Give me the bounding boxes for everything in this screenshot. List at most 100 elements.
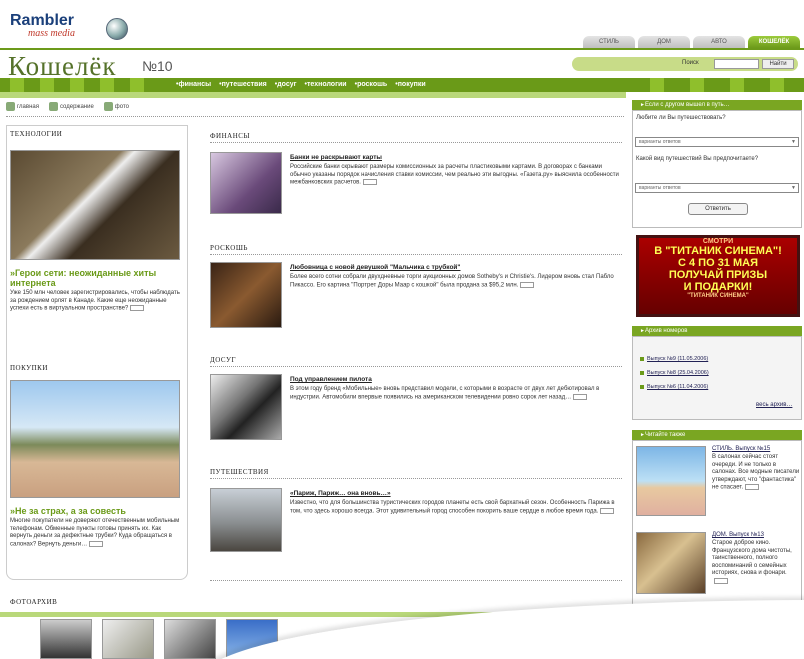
- rambler-logo[interactable]: Rambler mass media: [10, 13, 128, 40]
- more-button[interactable]: [130, 305, 145, 311]
- divider: [210, 580, 622, 581]
- more-button[interactable]: [89, 540, 104, 547]
- tech-heading: ТЕХНОЛОГИИ: [10, 130, 63, 138]
- poll-select-2[interactable]: варианты ответов: [635, 183, 799, 193]
- banner-line: В "ТИТАНИК СИНЕМА"!: [654, 245, 782, 257]
- more-button[interactable]: [520, 281, 535, 288]
- nav-decor: [730, 78, 744, 92]
- leisure-photo[interactable]: [210, 374, 282, 440]
- nav-decor: [70, 78, 84, 92]
- archive-header: Архив номеров: [632, 326, 802, 336]
- titanic-banner[interactable]: СМОТРИ В "ТИТАНИК СИНЕМА"! С 4 ПО 31 МАЯ…: [636, 235, 800, 317]
- travel-heading: ПУТЕШЕСТВИЯ: [210, 468, 269, 476]
- archive-link[interactable]: Выпуск №6 (11.04.2006): [640, 384, 708, 390]
- search-label: Поиск: [682, 60, 699, 66]
- home-article-title[interactable]: ДОМ. Выпуск №13: [712, 532, 800, 540]
- finance-photo[interactable]: [210, 152, 282, 214]
- phone-photo[interactable]: [10, 380, 180, 498]
- logo-ball-icon: [106, 18, 128, 40]
- nav-luxury[interactable]: роскошь: [355, 81, 387, 88]
- shop-article-title[interactable]: Не за страх, а за совесть: [10, 506, 182, 516]
- archive-all-link[interactable]: весь архив…: [756, 402, 792, 410]
- photo-icon: [103, 102, 113, 111]
- banner-line: "ТИТАНИК СИНЕМА": [687, 293, 749, 299]
- more-button[interactable]: [714, 577, 728, 584]
- divider: [210, 254, 622, 255]
- tech-article-title[interactable]: Герои сети: неожиданные хиты интернета: [10, 268, 182, 288]
- tab-auto[interactable]: АВТО: [693, 36, 745, 48]
- logo-subtitle: mass media: [28, 28, 75, 39]
- contents-icon: [48, 102, 58, 111]
- banner-line: С 4 ПО 31 МАЯ: [678, 257, 758, 269]
- nav-decor: [40, 78, 54, 92]
- home-label: главная: [17, 104, 39, 111]
- luxury-article-title[interactable]: Любовница с новой девушкой "Мальчика с т…: [290, 264, 461, 271]
- finance-article-text: Российские банки скрывают размеры комисс…: [290, 164, 619, 186]
- contents-link[interactable]: содержание: [48, 102, 94, 111]
- leisure-article-title[interactable]: Под управлением пилота: [290, 376, 372, 383]
- divider: [210, 478, 622, 479]
- leisure-article-text: В этом году бренд «Мобильные» вновь пред…: [290, 386, 600, 401]
- poll-header: Если с другом вышел в путь…: [632, 100, 802, 110]
- photo-label: фото: [114, 104, 129, 111]
- nav-travel[interactable]: путешествия: [219, 81, 267, 88]
- tab-style[interactable]: СТИЛЬ: [583, 36, 635, 48]
- issue-number: №10: [142, 58, 173, 74]
- poll-question-1: Любите ли Вы путешествовать?: [636, 115, 726, 121]
- shop-article-text: Многие покупатели не доверяют отечествен…: [10, 518, 180, 548]
- utility-links: главная содержание фото: [6, 102, 129, 111]
- archive-link[interactable]: Выпуск №8 (25.04.2006): [640, 370, 709, 376]
- style-article-title[interactable]: СТИЛЬ. Выпуск №15: [712, 446, 800, 454]
- read-also-header: Читайте также: [632, 430, 802, 440]
- travel-article-title[interactable]: «Париж, Париж… она вновь…»: [290, 490, 391, 497]
- photo-thumb[interactable]: [164, 619, 216, 659]
- nav-decor: [130, 78, 144, 92]
- more-button[interactable]: [362, 179, 377, 185]
- header-divider: [0, 48, 804, 50]
- luxury-heading: РОСКОШЬ: [210, 244, 248, 252]
- luxury-photo[interactable]: [210, 262, 282, 328]
- nav-decor: [770, 78, 784, 92]
- nav-decor: [650, 78, 664, 92]
- photo-thumb[interactable]: [40, 619, 92, 659]
- photo-thumb[interactable]: [102, 619, 154, 659]
- finance-heading: ФИНАНСЫ: [210, 132, 251, 140]
- nav-decor: [690, 78, 704, 92]
- finance-article-title[interactable]: Банки не раскрывают карты: [290, 154, 382, 161]
- main-nav: финансы путешествия досуг технологии рос…: [0, 78, 804, 92]
- home-photo[interactable]: [636, 532, 706, 594]
- nav-tech[interactable]: технологии: [305, 81, 347, 88]
- photo-link[interactable]: фото: [103, 102, 129, 111]
- tab-home[interactable]: ДОМ: [638, 36, 690, 48]
- shop-heading: ПОКУПКИ: [10, 364, 48, 372]
- nav-subline: [0, 92, 626, 98]
- nav-decor: [100, 78, 114, 92]
- poll-vote-button[interactable]: Ответить: [688, 203, 748, 215]
- search-bar: Поиск Найти: [572, 57, 798, 71]
- home-link[interactable]: главная: [6, 102, 39, 111]
- more-button[interactable]: [745, 484, 760, 490]
- banner-line: ПОЛУЧАЙ ПРИЗЫ: [668, 269, 768, 281]
- search-input[interactable]: [714, 59, 759, 69]
- leisure-heading: ДОСУГ: [210, 356, 236, 364]
- divider: [6, 116, 624, 117]
- style-article-text: В салонах сейчас стоят очереди. И не тол…: [712, 454, 800, 491]
- tab-wallet[interactable]: КОШЕЛЁК: [748, 36, 800, 48]
- eagle-photo[interactable]: [10, 150, 180, 260]
- nav-shopping[interactable]: покупки: [395, 81, 426, 88]
- archive-link[interactable]: Выпуск №9 (11.05.2006): [640, 356, 708, 362]
- nav-leisure[interactable]: досуг: [275, 81, 296, 88]
- luxury-article-text: Более всего сотни собрали двухдневные то…: [290, 274, 614, 289]
- tech-article-text: Уже 150 млн человек зарегистрировались, …: [10, 290, 180, 312]
- divider: [210, 366, 622, 367]
- more-button[interactable]: [600, 507, 615, 514]
- poll-select-1[interactable]: варианты ответов: [635, 137, 799, 147]
- more-button[interactable]: [573, 393, 588, 400]
- search-button[interactable]: Найти: [762, 59, 794, 69]
- travel-photo[interactable]: [210, 488, 282, 552]
- nav-finance[interactable]: финансы: [176, 81, 211, 88]
- home-icon: [6, 102, 15, 111]
- style-photo[interactable]: [636, 446, 706, 516]
- banner-line: И ПОДАРКИ!: [683, 281, 753, 293]
- travel-article-text: Известно, что для большинства туристичес…: [290, 500, 615, 515]
